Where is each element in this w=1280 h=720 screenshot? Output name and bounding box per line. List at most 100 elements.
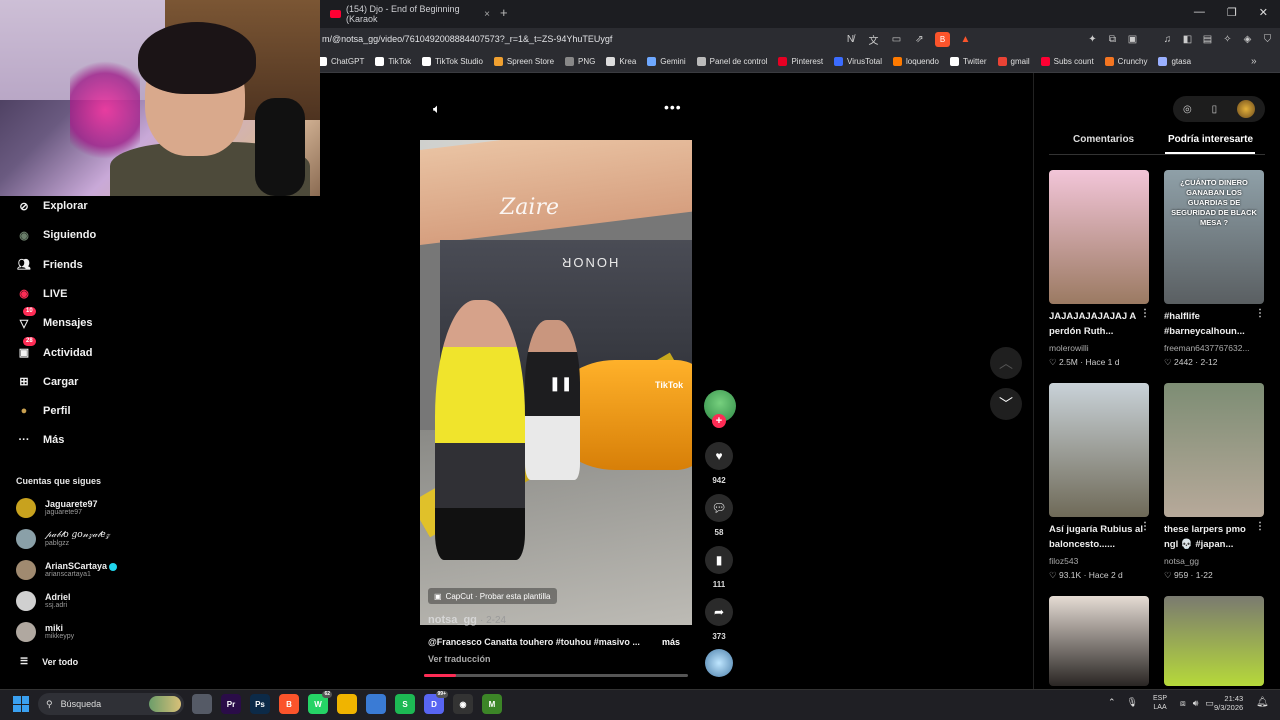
screenshot-icon[interactable]: ▣ (1125, 32, 1140, 47)
photoshop-icon[interactable]: Ps (250, 694, 270, 714)
battery-icon[interactable]: ▭ (1205, 698, 1214, 709)
bookmark-item[interactable]: PNG (565, 57, 595, 66)
url-field[interactable]: m/@notsa_gg/video/7610492008884407573?_r… (322, 34, 612, 44)
previous-video-button[interactable]: ︿ (990, 347, 1022, 379)
brave-rewards-icon[interactable]: ▲ (958, 32, 973, 47)
following-account[interactable]: Adriel ssj.adri (16, 588, 71, 614)
share-button[interactable]: ➦ (705, 598, 733, 626)
new-tab-button[interactable]: + (500, 6, 508, 20)
extension-icon[interactable]: ✦ (1085, 32, 1100, 47)
device-icon[interactable]: ▯ (1212, 104, 1218, 115)
bookmark-item[interactable]: Subs count (1040, 57, 1094, 66)
bookmark-item[interactable]: Krea (606, 57, 636, 66)
suggested-video-author[interactable]: freeman6437767632... (1164, 343, 1250, 353)
share-icon[interactable]: ⇗ (912, 32, 927, 47)
premiere-icon[interactable]: Pr (221, 694, 241, 714)
puzzle-icon[interactable]: ⧉ (1105, 32, 1120, 47)
brave-icon[interactable]: B (279, 694, 299, 714)
bookmark-item[interactable]: Crunchy (1104, 57, 1147, 66)
sidebar-item-ms[interactable]: ··· Más (14, 429, 65, 451)
bookmark-item[interactable]: Panel de control (696, 57, 767, 66)
bookmark-item[interactable]: TikTok (375, 57, 411, 66)
taskbar-search[interactable]: ⚲ Búsqueda (38, 693, 184, 715)
ai-icon[interactable]: ✧ (1220, 32, 1235, 47)
sidebar-toggle-icon[interactable]: ◧ (1180, 32, 1195, 47)
video-progress-bar[interactable] (424, 674, 688, 677)
brave-shields-icon[interactable]: B (935, 32, 950, 47)
minecraft-icon[interactable]: M (482, 694, 502, 714)
following-account[interactable]: ArianSCartaya arianscartaya1 (16, 557, 118, 583)
coins-icon[interactable]: ◎ (1183, 104, 1192, 115)
close-tab-icon[interactable]: × (484, 9, 490, 20)
bookmark-item[interactable]: Twitter (949, 57, 987, 66)
suggested-video-title[interactable]: JAJAJAJAJAJAJ A perdón Ruth... (1049, 309, 1143, 339)
no-translate-icon[interactable]: N̸ (843, 32, 858, 47)
save-button[interactable]: ▮ (705, 546, 733, 574)
bookmarks-overflow-icon[interactable]: » (1251, 56, 1257, 67)
bookmark-item[interactable]: Spreen Store (493, 57, 554, 66)
more-options-icon[interactable]: ••• (664, 99, 682, 115)
microphone-icon[interactable]: 🎙︎ (1127, 697, 1138, 708)
task-view-icon[interactable] (192, 694, 212, 714)
close-icon[interactable]: ✕ (1259, 6, 1268, 19)
more-options-icon[interactable]: ⋮ (1140, 521, 1150, 532)
bookmark-item[interactable]: ChatGPT (318, 57, 364, 66)
windows-start-icon[interactable] (13, 696, 29, 712)
sound-disc[interactable] (705, 649, 733, 677)
comment-button[interactable]: 💬︎ (705, 494, 733, 522)
see-translation-button[interactable]: Ver traducción (428, 654, 491, 664)
sidebar-item-perfil[interactable]: ● Perfil (14, 400, 71, 422)
bookmark-item[interactable]: loquendo (893, 57, 939, 66)
media-icon[interactable]: ♫ (1160, 32, 1175, 47)
wallet-icon[interactable]: ▤ (1200, 32, 1215, 47)
sidebar-item-mensajes[interactable]: ▽ 10 Mensajes (14, 307, 93, 334)
language-indicator[interactable]: ESP LAA (1153, 694, 1167, 712)
capcut-template-link[interactable]: ▣ CapCut · Probar esta plantilla (428, 588, 557, 604)
suggested-video-thumbnail[interactable]: ¿CUÁNTO DINERO GANABAN LOS GUARDIAS DE S… (1164, 170, 1264, 304)
browser-tab[interactable]: (154) Djo - End of Beginning (Karaok × (330, 4, 490, 24)
suggested-video-author[interactable]: filoz543 (1049, 556, 1078, 566)
discord-icon[interactable]: D 99+ (424, 691, 448, 714)
suggested-video-author[interactable]: molerowilli (1049, 343, 1089, 353)
suggested-video-author[interactable]: notsa_gg (1164, 556, 1199, 566)
like-button[interactable]: ♥ (705, 442, 733, 470)
cast-icon[interactable]: ▭ (889, 32, 904, 47)
follow-plus-icon[interactable]: + (712, 414, 726, 428)
caption-more-button[interactable]: más (662, 637, 680, 647)
following-account[interactable]: 𝓅𝒶𝒷𝓁𝑜 𝑔𝑜𝓃𝓏𝒶𝓁𝑒𝓏 pablgzz (16, 526, 110, 552)
sidebar-item-actividad[interactable]: ▣ 28 Actividad (14, 336, 93, 364)
next-video-button[interactable]: ﹀ (990, 388, 1022, 420)
sidebar-item-explorar[interactable]: ⊘ Explorar (14, 195, 87, 217)
bookmark-item[interactable]: Gemini (647, 57, 686, 66)
video-author[interactable]: notsa_gg · 2-24 (428, 614, 506, 626)
more-options-icon[interactable]: ⋮ (1255, 521, 1265, 532)
suggested-video-thumbnail[interactable] (1049, 383, 1149, 517)
obs-icon[interactable]: ◉ (453, 694, 473, 714)
bookmark-item[interactable]: VirusTotal (834, 57, 882, 66)
bookmark-item[interactable]: gtasa (1158, 57, 1191, 66)
more-options-icon[interactable]: ⋮ (1255, 308, 1265, 319)
suggested-video-title[interactable]: #halflife #barneycalhoun... (1164, 309, 1258, 339)
suggested-video-thumbnail[interactable] (1049, 170, 1149, 304)
clock[interactable]: 21:43 9/3/2026 (1214, 694, 1243, 712)
file-explorer-icon[interactable] (337, 694, 357, 714)
following-account[interactable]: Jaguarete97 jaguarete97 (16, 495, 98, 521)
tab-suggestions[interactable]: Podría interesarte (1168, 134, 1253, 145)
restore-icon[interactable]: ❐ (1227, 6, 1237, 19)
bookmark-item[interactable]: TikTok Studio (422, 57, 483, 66)
shield-icon[interactable]: ⛉ (1260, 32, 1275, 47)
suggested-video-thumbnail[interactable] (1164, 383, 1264, 517)
suggested-video-thumbnail[interactable] (1164, 596, 1264, 686)
suggested-video-title[interactable]: Así jugaría Rubius al baloncesto...... (1049, 522, 1143, 552)
bookmark-item[interactable]: gmail (997, 57, 1030, 66)
whatsapp-icon[interactable]: W 62 (308, 691, 332, 714)
speaker-icon[interactable]: 🔊︎ (1193, 698, 1199, 709)
chevron-up-icon[interactable]: ⌃ (1108, 697, 1116, 708)
user-avatar[interactable] (1237, 100, 1256, 118)
pause-icon[interactable]: ❚❚ (549, 375, 572, 392)
sidebar-item-live[interactable]: ◉ LIVE (14, 283, 67, 305)
suggested-video-thumbnail[interactable] (1049, 596, 1149, 686)
network-icon[interactable]: ⧈ (1180, 698, 1186, 709)
tab-comments[interactable]: Comentarios (1073, 134, 1134, 145)
see-all-button[interactable]: ☰ Ver todo (20, 656, 78, 667)
